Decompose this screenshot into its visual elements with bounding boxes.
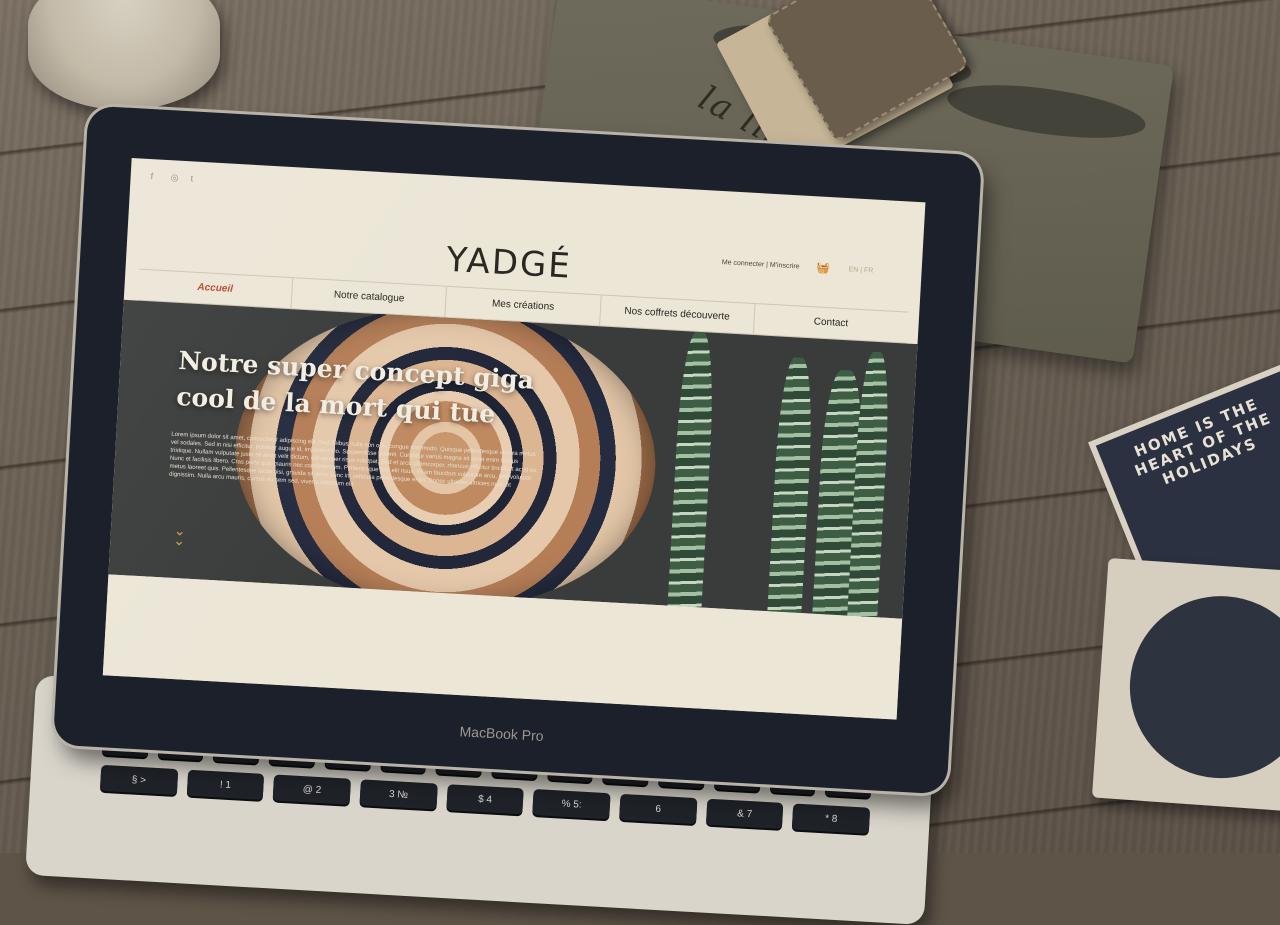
- social-links: f ◎ t: [150, 171, 200, 184]
- keyboard-key[interactable]: & 7: [705, 798, 784, 829]
- keyboard-key[interactable]: 6: [619, 793, 698, 825]
- keyboard-key[interactable]: * 8: [792, 803, 871, 834]
- instagram-icon[interactable]: ◎: [170, 172, 181, 183]
- dragonfly-wing: [944, 75, 1149, 148]
- hero-banner: Notre super concept giga cool de la mort…: [108, 299, 918, 619]
- account-links[interactable]: Me connecter | M'inscrire: [722, 259, 800, 270]
- keyboard-key[interactable]: % 5:: [532, 789, 611, 820]
- twitter-icon[interactable]: t: [190, 173, 201, 184]
- keyboard-key[interactable]: $ 4: [446, 784, 525, 815]
- keyboard-key[interactable]: 3 №: [359, 779, 438, 810]
- facebook-icon[interactable]: f: [150, 171, 161, 182]
- keyboard-key[interactable]: @ 2: [272, 774, 351, 805]
- keyboard-key[interactable]: § >: [99, 764, 178, 796]
- coaster-ornate: [1091, 557, 1280, 813]
- site-logo[interactable]: YADGÉ: [445, 240, 572, 287]
- keyboard-key[interactable]: ! 1: [186, 769, 265, 800]
- double-chevron-down-icon[interactable]: ⌄ ⌄: [173, 522, 186, 549]
- laptop-lid: f ◎ t YADGÉ Me connecter | M'inscrire 🧺 …: [52, 105, 983, 795]
- language-switcher[interactable]: EN | FR: [848, 266, 873, 274]
- tin-jar: [28, 0, 220, 110]
- plant-leaf: [666, 331, 717, 619]
- jar-label: [58, 64, 190, 82]
- coaster-ring: [1123, 589, 1280, 785]
- laptop-screen: f ◎ t YADGÉ Me connecter | M'inscrire 🧺 …: [102, 158, 926, 720]
- cart-icon[interactable]: 🧺: [816, 261, 830, 275]
- plant-leaf: [765, 356, 816, 619]
